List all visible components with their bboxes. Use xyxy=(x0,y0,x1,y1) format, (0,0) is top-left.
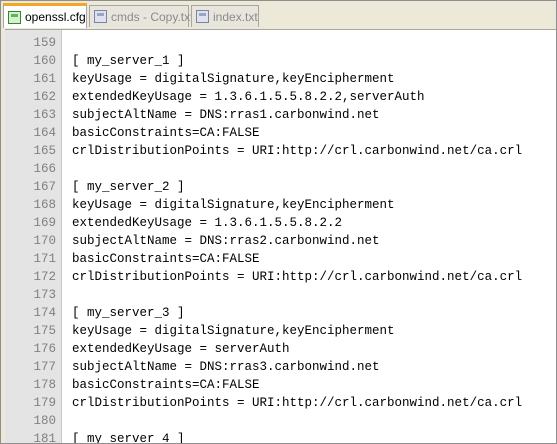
line-number: 173 xyxy=(33,288,56,302)
code-line[interactable]: 174 [ my_server_3 ] xyxy=(5,304,556,322)
line-number: 161 xyxy=(33,72,56,86)
line-number: 168 xyxy=(33,198,56,212)
code-line[interactable]: 170 subjectAltName = DNS:rras2.carbonwind… xyxy=(5,232,556,250)
tab-label: index.txt xyxy=(213,9,258,24)
line-text[interactable]: basicConstraints=CA:FALSE xyxy=(72,376,556,394)
line-number: 163 xyxy=(33,108,56,122)
line-text[interactable]: basicConstraints=CA:FALSE xyxy=(72,250,556,268)
line-text[interactable]: keyUsage = digitalSignature,keyEncipherm… xyxy=(72,322,556,340)
code-line[interactable]: 165 crlDistributionPoints = URI:http://cr… xyxy=(5,142,556,160)
line-text[interactable]: crlDistributionPoints = URI:http://crl.c… xyxy=(72,268,556,286)
code-line[interactable]: 164 basicConstraints=CA:FALSE xyxy=(5,124,556,142)
code-line[interactable]: 163 subjectAltName = DNS:rras1.carbonwind… xyxy=(5,106,556,124)
code-line[interactable]: 179 crlDistributionPoints = URI:http://cr… xyxy=(5,394,556,412)
code-line[interactable]: 167 [ my_server_2 ] xyxy=(5,178,556,196)
line-number: 165 xyxy=(33,144,56,158)
line-text[interactable]: keyUsage = digitalSignature,keyEncipherm… xyxy=(72,70,556,88)
code-lines: 159 160 [ my_server_1 ] 161 keyUsage = dig… xyxy=(5,34,556,444)
text-editor[interactable]: 159 160 [ my_server_1 ] 161 keyUsage = dig… xyxy=(5,29,556,444)
line-text[interactable]: [ my_server_4 ] xyxy=(72,430,556,443)
tab-cmds-copy-txt[interactable]: cmds - Copy.txt xyxy=(89,5,193,27)
editor-window: openssl.cfg cmds - Copy.txt index.txt 15… xyxy=(0,0,557,444)
line-number: 176 xyxy=(33,342,56,356)
line-number: 160 xyxy=(33,54,56,68)
line-text[interactable] xyxy=(72,160,556,178)
tab-label: openssl.cfg xyxy=(25,10,86,24)
code-line[interactable]: 178 basicConstraints=CA:FALSE xyxy=(5,376,556,394)
code-line[interactable]: 166 xyxy=(5,160,556,178)
tab-bar: openssl.cfg cmds - Copy.txt index.txt xyxy=(1,1,556,29)
line-number: 175 xyxy=(33,324,56,338)
code-line[interactable]: 172 crlDistributionPoints = URI:http://cr… xyxy=(5,268,556,286)
line-text[interactable]: crlDistributionPoints = URI:http://crl.c… xyxy=(72,142,556,160)
line-text[interactable]: extendedKeyUsage = 1.3.6.1.5.5.8.2.2,ser… xyxy=(72,88,556,106)
line-number: 162 xyxy=(33,90,56,104)
code-line[interactable]: 162 extendedKeyUsage = 1.3.6.1.5.5.8.2.2,… xyxy=(5,88,556,106)
line-text[interactable] xyxy=(72,34,556,52)
tab-label: cmds - Copy.txt xyxy=(111,9,194,24)
line-text[interactable]: keyUsage = digitalSignature,keyEncipherm… xyxy=(72,196,556,214)
line-text[interactable]: extendedKeyUsage = serverAuth xyxy=(72,340,556,358)
tab-index-txt[interactable]: index.txt xyxy=(191,5,259,27)
line-number: 164 xyxy=(33,126,56,140)
tab-openssl-cfg[interactable]: openssl.cfg xyxy=(3,3,87,28)
line-number: 179 xyxy=(33,396,56,410)
line-text[interactable]: subjectAltName = DNS:rras2.carbonwind.ne… xyxy=(72,232,556,250)
line-text[interactable]: basicConstraints=CA:FALSE xyxy=(72,124,556,142)
line-text[interactable]: [ my_server_3 ] xyxy=(72,304,556,322)
line-number: 178 xyxy=(33,378,56,392)
code-line[interactable]: 169 extendedKeyUsage = 1.3.6.1.5.5.8.2.2 xyxy=(5,214,556,232)
line-number: 177 xyxy=(33,360,56,374)
line-number: 180 xyxy=(33,414,56,428)
line-text[interactable] xyxy=(72,412,556,430)
line-number: 166 xyxy=(33,162,56,176)
code-line[interactable]: 176 extendedKeyUsage = serverAuth xyxy=(5,340,556,358)
line-text[interactable]: [ my_server_1 ] xyxy=(72,52,556,70)
code-line[interactable]: 180 xyxy=(5,412,556,430)
save-disk-icon xyxy=(196,10,209,23)
code-line[interactable]: 171 basicConstraints=CA:FALSE xyxy=(5,250,556,268)
code-line[interactable]: 159 xyxy=(5,34,556,52)
save-disk-icon xyxy=(8,10,21,24)
line-text[interactable]: extendedKeyUsage = 1.3.6.1.5.5.8.2.2 xyxy=(72,214,556,232)
line-text[interactable]: subjectAltName = DNS:rras1.carbonwind.ne… xyxy=(72,106,556,124)
line-text[interactable] xyxy=(72,286,556,304)
line-text[interactable]: [ my_server_2 ] xyxy=(72,178,556,196)
line-number: 169 xyxy=(33,216,56,230)
code-line[interactable]: 175 keyUsage = digitalSignature,keyEnciph… xyxy=(5,322,556,340)
code-line[interactable]: 160 [ my_server_1 ] xyxy=(5,52,556,70)
code-line[interactable]: 173 xyxy=(5,286,556,304)
line-number: 159 xyxy=(33,36,56,50)
code-line[interactable]: 181 [ my_server_4 ] xyxy=(5,430,556,444)
line-number: 171 xyxy=(33,252,56,266)
line-text[interactable]: crlDistributionPoints = URI:http://crl.c… xyxy=(72,394,556,412)
code-line[interactable]: 168 keyUsage = digitalSignature,keyEnciph… xyxy=(5,196,556,214)
line-text[interactable]: subjectAltName = DNS:rras3.carbonwind.ne… xyxy=(72,358,556,376)
line-number: 181 xyxy=(33,432,56,444)
code-line[interactable]: 161 keyUsage = digitalSignature,keyEnciph… xyxy=(5,70,556,88)
line-number: 174 xyxy=(33,306,56,320)
line-number: 172 xyxy=(33,270,56,284)
line-number: 167 xyxy=(33,180,56,194)
code-line[interactable]: 177 subjectAltName = DNS:rras3.carbonwind… xyxy=(5,358,556,376)
save-disk-icon xyxy=(94,10,107,23)
line-number: 170 xyxy=(33,234,56,248)
